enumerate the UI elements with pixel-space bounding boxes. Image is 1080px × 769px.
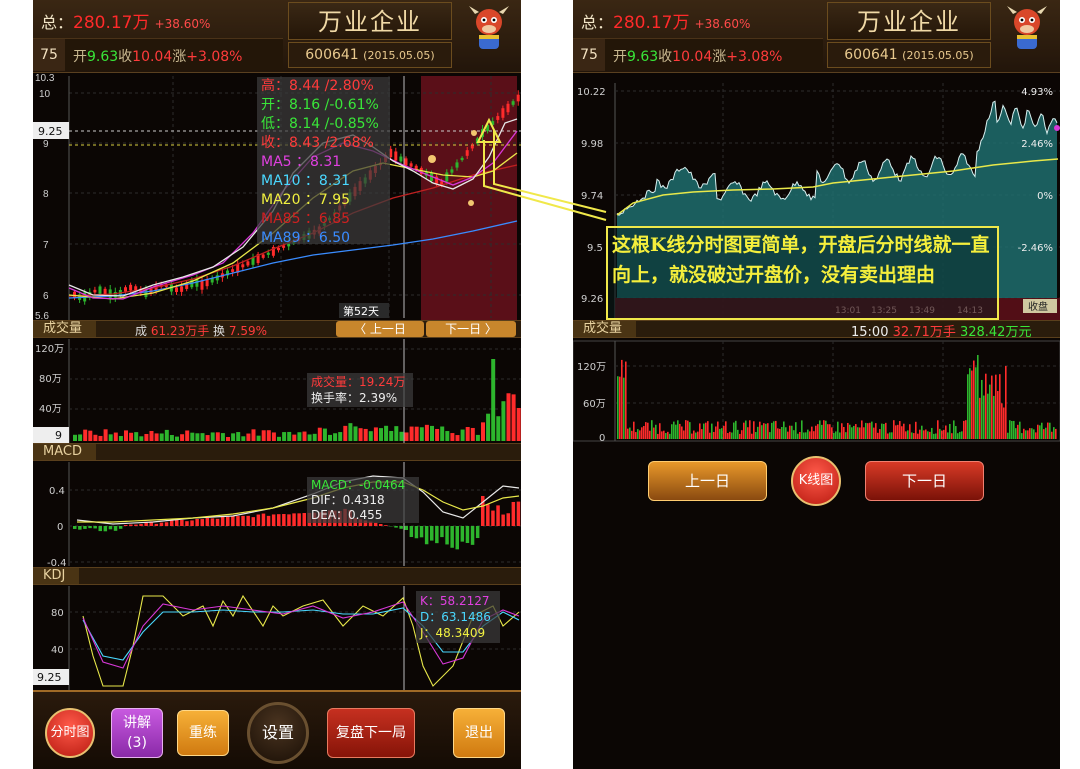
annotation-text: 这根K线分时图更简单，开盘后分时线就一直向上，就没破过开盘价，没有卖出理由	[606, 226, 999, 320]
annotation-arrow	[476, 117, 607, 221]
